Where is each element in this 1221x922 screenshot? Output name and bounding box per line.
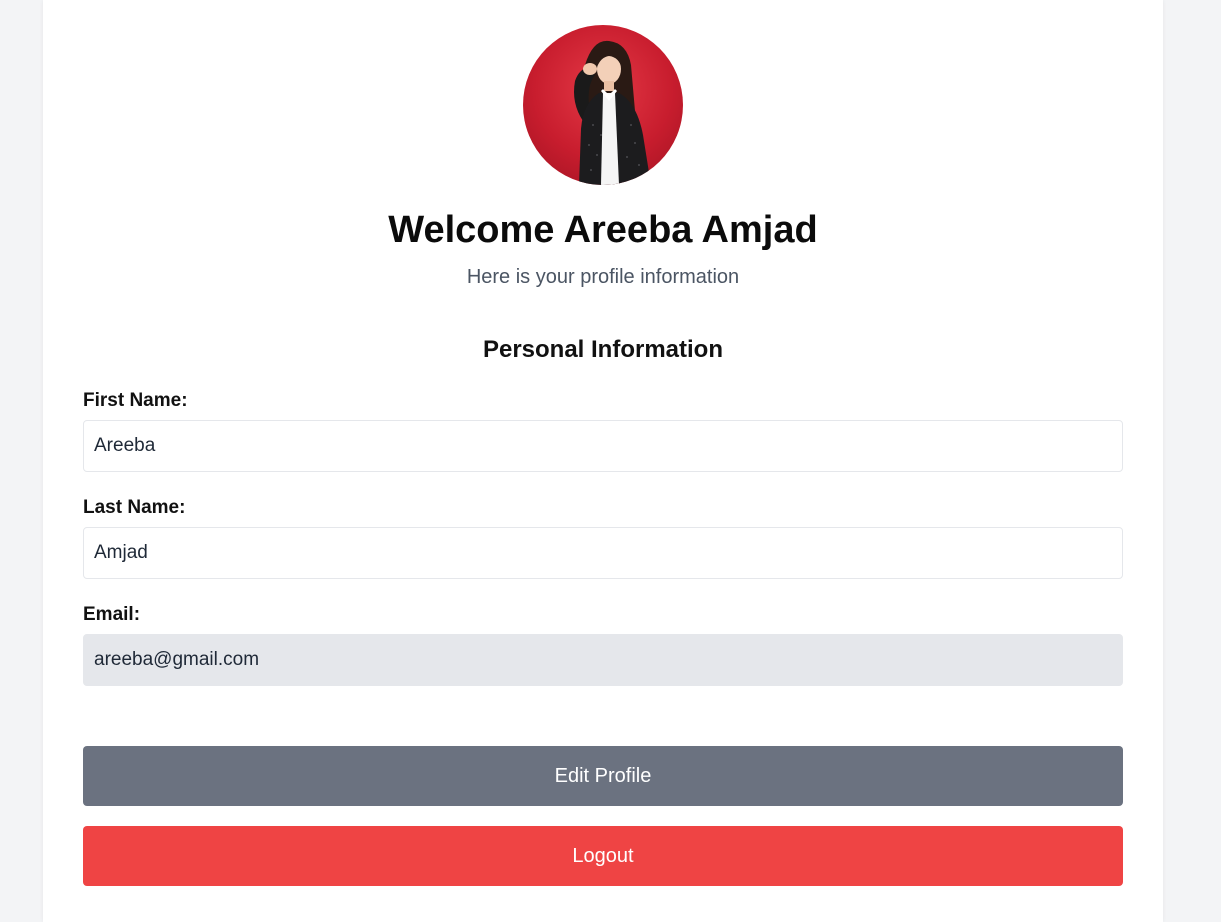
edit-profile-button[interactable]: Edit Profile xyxy=(83,746,1123,806)
page-subtitle: Here is your profile information xyxy=(466,266,740,288)
profile-card: Welcome Areeba Amjad Here is your profil… xyxy=(43,0,1163,922)
email-input[interactable] xyxy=(83,634,1123,686)
last-name-input[interactable] xyxy=(83,527,1123,579)
first-name-label: First Name: xyxy=(83,390,188,411)
profile-photo xyxy=(574,40,651,185)
first-name-input[interactable] xyxy=(83,420,1123,472)
email-label: Email: xyxy=(83,604,141,625)
avatar xyxy=(523,25,683,185)
logout-button[interactable]: Logout xyxy=(83,826,1123,886)
page-title: Welcome Areeba Amjad xyxy=(388,209,818,251)
section-title: Personal Information xyxy=(482,336,724,363)
last-name-label: Last Name: xyxy=(83,497,186,518)
